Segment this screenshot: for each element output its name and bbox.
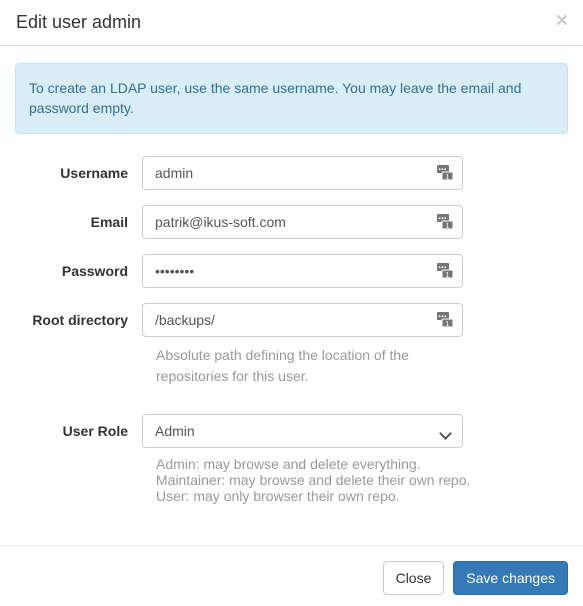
user-role-help-line: Maintainer: may browse and delete their … xyxy=(156,471,471,488)
root-directory-input[interactable] xyxy=(142,302,463,337)
user-role-help-line: Admin: may browse and delete everything. xyxy=(156,455,421,472)
password-field-wrap: 1 xyxy=(142,253,463,288)
user-role-help-line: User: may only browser their own repo. xyxy=(156,487,400,504)
form-row-username: Username 1 xyxy=(15,155,568,190)
password-manager-icon[interactable]: 1 xyxy=(437,311,455,329)
user-role-help-row: Admin: may browse and delete everything.… xyxy=(15,456,568,504)
dialog-body: To create an LDAP user, use the same use… xyxy=(0,46,583,545)
ldap-info-alert: To create an LDAP user, use the same use… xyxy=(15,63,568,134)
svg-text:1: 1 xyxy=(446,174,450,181)
username-field-wrap: 1 xyxy=(142,155,463,190)
root-directory-help-row: Absolute path defining the location of t… xyxy=(15,345,568,387)
dialog-footer: Close Save changes xyxy=(0,545,583,606)
edit-user-dialog: Edit user admin × To create an LDAP user… xyxy=(0,0,583,606)
svg-text:1: 1 xyxy=(446,321,450,328)
page-title: Edit user admin xyxy=(16,12,142,32)
email-label: Email xyxy=(90,213,128,230)
email-field[interactable] xyxy=(142,204,463,239)
close-button[interactable]: Close xyxy=(382,561,445,595)
root-directory-help: Absolute path defining the location of t… xyxy=(156,346,409,384)
form-row-password: Password 1 xyxy=(15,253,568,288)
password-manager-icon[interactable]: 1 xyxy=(437,262,455,280)
password-manager-icon[interactable]: 1 xyxy=(437,213,455,231)
user-role-label: User Role xyxy=(62,422,128,439)
username-label: Username xyxy=(60,164,128,181)
user-role-help: Admin: may browse and delete everything.… xyxy=(142,456,482,504)
form-row-user-role: User Role Admin Maintainer User xyxy=(15,413,568,448)
email-field-wrap: 1 xyxy=(142,204,463,239)
user-role-select-wrap: Admin Maintainer User xyxy=(142,413,463,448)
password-label: Password xyxy=(61,262,128,279)
password-manager-icon[interactable]: 1 xyxy=(437,164,455,182)
dialog-header: Edit user admin × xyxy=(0,0,583,46)
svg-text:1: 1 xyxy=(446,223,450,230)
form-row-email: Email 1 xyxy=(15,204,568,239)
form-row-root-directory: Root directory 1 xyxy=(15,302,568,337)
root-directory-label: Root directory xyxy=(32,311,128,328)
close-icon[interactable]: × xyxy=(554,6,570,35)
user-role-select[interactable]: Admin Maintainer User xyxy=(142,413,463,448)
username-input[interactable] xyxy=(142,155,463,190)
root-directory-field-wrap: 1 xyxy=(142,302,463,337)
svg-text:1: 1 xyxy=(446,272,450,279)
password-field[interactable] xyxy=(142,253,463,288)
save-changes-button[interactable]: Save changes xyxy=(453,561,568,595)
